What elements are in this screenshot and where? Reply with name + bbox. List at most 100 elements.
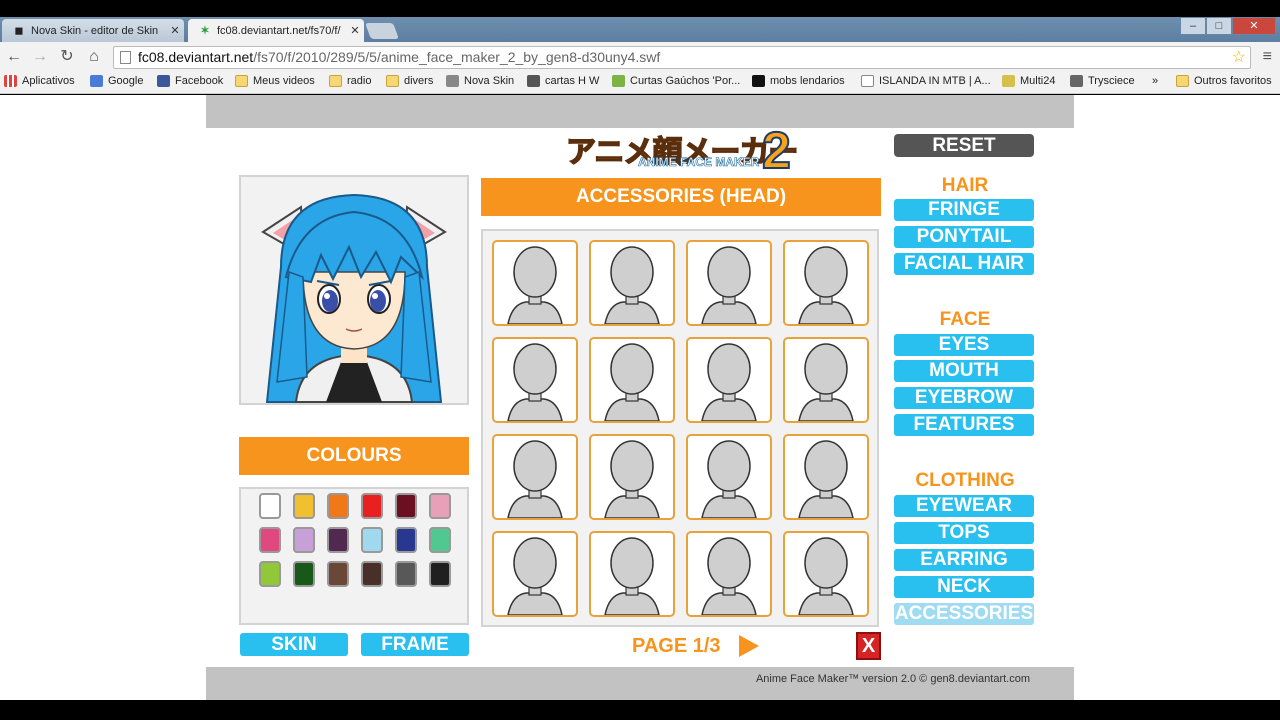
bookmark-item[interactable]: divers xyxy=(386,75,433,87)
colour-swatch[interactable] xyxy=(259,527,281,553)
tab-title: Nova Skin - editor de Skin xyxy=(31,24,159,37)
bookmark-star-icon[interactable]: ☆ xyxy=(1232,47,1246,68)
colour-swatch[interactable] xyxy=(395,493,417,519)
accessory-tile-bandana[interactable] xyxy=(492,240,578,326)
colour-swatch[interactable] xyxy=(293,561,315,587)
bookmark-item[interactable]: ISLANDA IN MTB | A... xyxy=(861,75,991,87)
bookmark-label: Google xyxy=(108,75,144,87)
accessory-tile-flower[interactable] xyxy=(492,531,578,617)
flower-icon xyxy=(507,537,563,615)
url-host: fc08.deviantart.net xyxy=(138,49,254,65)
colour-swatch[interactable] xyxy=(395,561,417,587)
colour-swatch[interactable] xyxy=(327,561,349,587)
accessory-tile-bandage[interactable] xyxy=(589,240,675,326)
bookmark-label: Facebook xyxy=(175,75,224,87)
bookmark-item[interactable]: Outros favoritos xyxy=(1176,75,1272,87)
accessory-tile-baseball-cap[interactable] xyxy=(686,434,772,520)
menu-icon[interactable]: ≡ xyxy=(1263,48,1272,66)
eyewear-button[interactable]: EYEWEAR xyxy=(894,495,1034,517)
accessory-tile-cat-ears[interactable] xyxy=(686,337,772,423)
earphones-icon xyxy=(604,440,660,518)
colour-swatch[interactable] xyxy=(293,493,315,519)
colour-swatch[interactable] xyxy=(327,493,349,519)
colour-swatch[interactable] xyxy=(429,561,451,587)
close-icon[interactable]: ✕ xyxy=(346,24,364,37)
maximize-icon[interactable]: □ xyxy=(1206,17,1232,35)
colour-swatch[interactable] xyxy=(429,493,451,519)
address-bar[interactable]: fc08.deviantart.net/fs70/f/2010/289/5/5/… xyxy=(113,46,1251,69)
colour-swatch[interactable] xyxy=(429,527,451,553)
clothing-heading: CLOTHING xyxy=(915,470,1015,491)
next-page-arrow-icon[interactable] xyxy=(739,635,759,657)
bookmark-item[interactable]: Facebook xyxy=(157,75,223,87)
neck-button[interactable]: NECK xyxy=(894,576,1034,598)
accessory-tile-cap-band[interactable] xyxy=(783,337,869,423)
accessory-tile-headphones[interactable] xyxy=(492,434,578,520)
window-close-icon[interactable]: ✕ xyxy=(1232,17,1276,35)
accessory-tile-goggles[interactable] xyxy=(686,240,772,326)
tops-button[interactable]: TOPS xyxy=(894,522,1034,544)
bookmark-label: » xyxy=(1152,75,1159,87)
colour-swatch[interactable] xyxy=(361,527,383,553)
logo-english: ANIME FACE MAKER xyxy=(638,155,760,170)
bookmark-item[interactable]: » xyxy=(1152,75,1158,87)
mouth-button[interactable]: MOUTH xyxy=(894,360,1034,382)
forward-icon[interactable]: → xyxy=(30,48,50,68)
bookmark-item[interactable]: Curtas Gaúchos 'Por... xyxy=(612,75,740,87)
colour-swatch[interactable] xyxy=(361,493,383,519)
ponytail-button[interactable]: PONYTAIL xyxy=(894,226,1034,248)
accessory-tile-hair-bow[interactable] xyxy=(783,434,869,520)
screen-bottom-border xyxy=(0,700,1280,720)
bookmark-item[interactable]: mobs lendarios xyxy=(752,75,845,87)
bookmark-item[interactable]: Google xyxy=(90,75,143,87)
accessory-tile-earphones[interactable] xyxy=(589,434,675,520)
colour-swatch[interactable] xyxy=(327,527,349,553)
colour-swatch[interactable] xyxy=(259,561,281,587)
colour-swatch[interactable] xyxy=(395,527,417,553)
colour-swatch[interactable] xyxy=(361,561,383,587)
accessory-tile-halo[interactable] xyxy=(589,337,675,423)
minimize-icon[interactable]: – xyxy=(1180,17,1206,35)
accessory-tile-veil[interactable] xyxy=(783,531,869,617)
accessory-tile-horns[interactable] xyxy=(492,337,578,423)
page-icon xyxy=(861,75,874,87)
goggles-icon xyxy=(701,246,757,324)
bookmark-item[interactable]: Trysciece xyxy=(1070,75,1135,87)
eyebrow-button[interactable]: EYEBROW xyxy=(894,387,1034,409)
facial-hair-button[interactable]: FACIAL HAIR xyxy=(894,253,1034,275)
accessories-button[interactable]: ACCESSORIES xyxy=(894,603,1034,625)
bandana-icon xyxy=(507,246,563,324)
colour-swatch[interactable] xyxy=(293,527,315,553)
colour-swatch[interactable] xyxy=(259,493,281,519)
bookmark-item[interactable]: Meus videos xyxy=(235,75,315,87)
eyes-button[interactable]: EYES xyxy=(894,334,1034,356)
tab-nova-skin[interactable]: ◼ Nova Skin - editor de Skin ✕ xyxy=(2,19,184,42)
tab-deviantart[interactable]: ✶ fc08.deviantart.net/fs70/f/ ✕ xyxy=(188,19,364,42)
remove-accessory-button[interactable]: X xyxy=(856,632,881,660)
bookmark-item[interactable]: cartas H W xyxy=(527,75,599,87)
page-icon xyxy=(120,51,131,64)
home-icon[interactable]: ⌂ xyxy=(84,48,104,68)
bookmarks-bar: Aplicativos Google Facebook Meus videos radi… xyxy=(0,72,1280,94)
earring-button[interactable]: EARRING xyxy=(894,549,1034,571)
bookmark-label: Trysciece xyxy=(1088,75,1135,87)
flash-stage: アニメ顔メーカー ANIME FACE MAKER 2 RESET COLOUR… xyxy=(206,95,1074,700)
fringe-button[interactable]: FRINGE xyxy=(894,199,1034,221)
bookmark-item[interactable]: Aplicativos xyxy=(4,75,75,87)
bookmark-item[interactable]: radio xyxy=(329,75,371,87)
skin-button[interactable]: SKIN xyxy=(240,633,348,656)
bookmark-item[interactable]: Multi24 xyxy=(1002,75,1055,87)
features-button[interactable]: FEATURES xyxy=(894,414,1034,436)
accessory-tile-tiara[interactable] xyxy=(686,531,772,617)
reset-button[interactable]: RESET xyxy=(894,134,1034,157)
close-icon[interactable]: ✕ xyxy=(166,24,184,37)
bookmark-label: Nova Skin xyxy=(464,75,515,87)
new-tab-button[interactable] xyxy=(365,23,399,39)
accessory-tile-swim-goggles[interactable] xyxy=(783,240,869,326)
reload-icon[interactable]: ↻ xyxy=(57,48,77,68)
bookmark-item[interactable]: Nova Skin xyxy=(446,75,514,87)
frame-button[interactable]: FRAME xyxy=(361,633,469,656)
face-preview xyxy=(239,175,469,405)
back-icon[interactable]: ← xyxy=(4,48,24,68)
accessory-tile-hairpin[interactable] xyxy=(589,531,675,617)
